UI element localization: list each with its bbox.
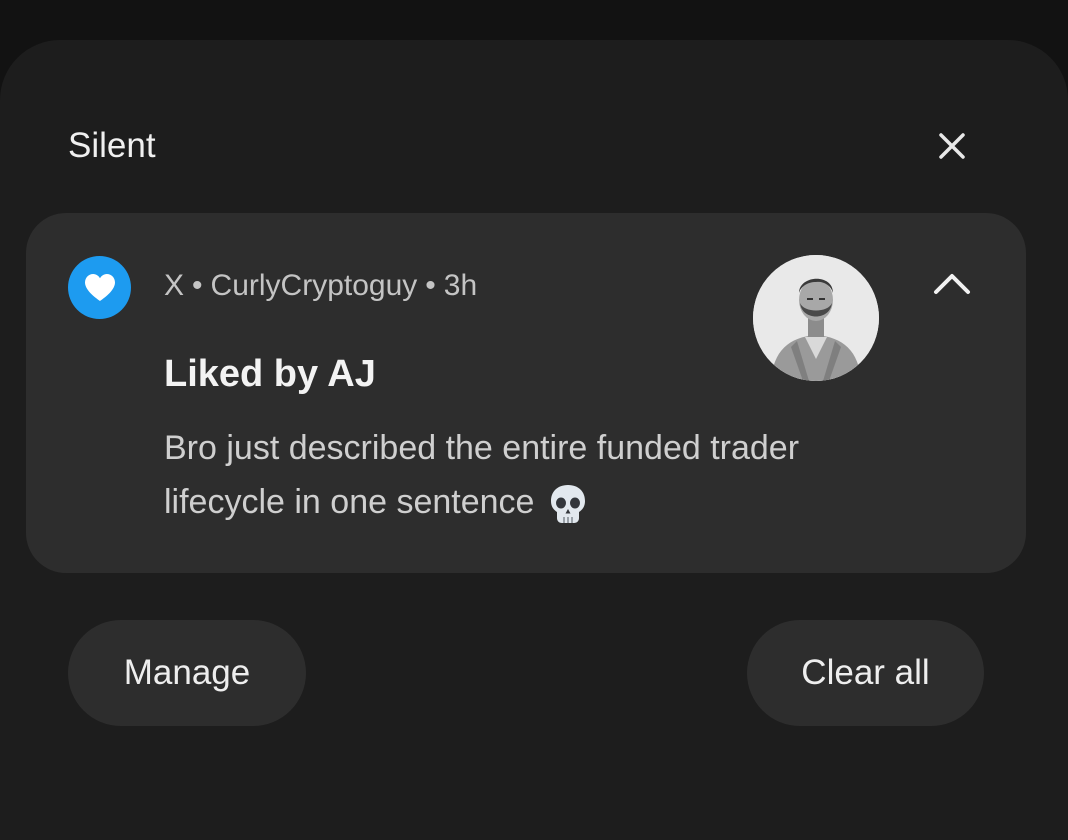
separator-dot: • (192, 269, 203, 302)
sender-name: CurlyCryptoguy (210, 269, 418, 302)
chevron-up-icon (934, 274, 970, 294)
notification-text: Bro just described the entire funded tra… (164, 429, 800, 521)
avatar (753, 255, 879, 381)
app-icon (68, 256, 131, 319)
heart-icon (84, 273, 115, 301)
notification-title: Liked by AJ (164, 353, 376, 395)
dismiss-section-button[interactable] (932, 126, 972, 166)
manage-button[interactable]: Manage (68, 620, 306, 726)
profile-photo (753, 255, 879, 381)
clear-all-button[interactable]: Clear all (747, 620, 984, 726)
timestamp: 3h (443, 269, 478, 302)
collapse-button[interactable] (932, 268, 972, 298)
notification-body: Bro just described the entire funded tra… (164, 421, 884, 529)
notification-card[interactable]: X • CurlyCryptoguy • 3h Liked by AJ Bro … (26, 213, 1026, 573)
app-name: X (164, 269, 185, 302)
skull-emoji-icon (550, 485, 585, 524)
separator-dot: • (425, 269, 436, 302)
close-icon (939, 133, 965, 159)
notification-meta: X • CurlyCryptoguy • 3h (164, 269, 477, 303)
section-title: Silent (68, 126, 156, 165)
